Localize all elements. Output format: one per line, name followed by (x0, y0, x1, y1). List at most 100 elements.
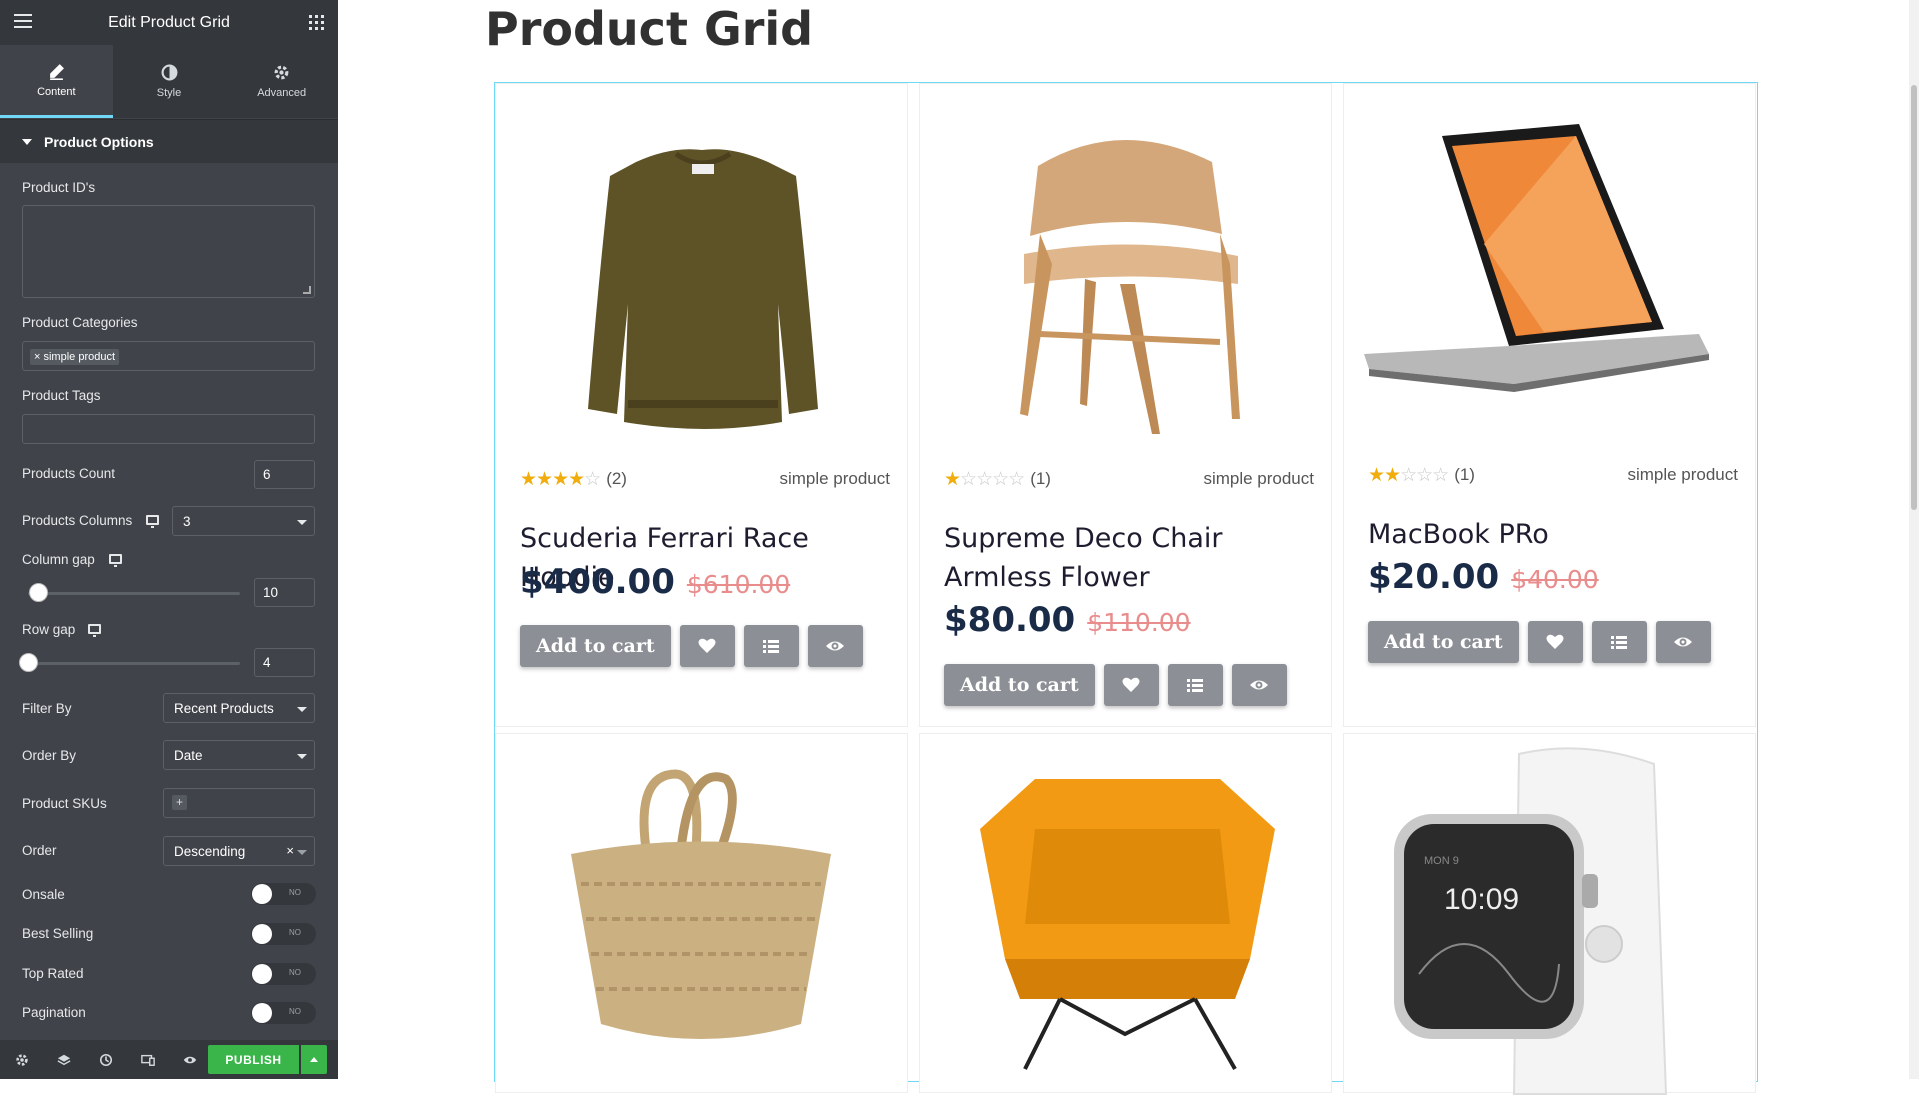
heart-icon (698, 638, 716, 653)
add-to-cart-button[interactable]: Add to cart (944, 664, 1095, 706)
product-title[interactable]: MacBook PRo (1368, 515, 1743, 554)
product-skus-select[interactable]: + (163, 788, 315, 818)
resize-grip-icon[interactable] (303, 286, 311, 294)
order-by-value: Date (174, 747, 203, 763)
section-title: Product Options (44, 133, 154, 150)
widgets-grid-icon[interactable] (309, 15, 324, 30)
eye-icon (1674, 637, 1693, 647)
product-image-straw-basket[interactable] (496, 734, 909, 1104)
tab-advanced[interactable]: Advanced (225, 45, 338, 118)
onsale-toggle[interactable]: NO (251, 883, 316, 905)
products-columns-select[interactable]: 3 (172, 506, 315, 536)
order-by-select[interactable]: Date (163, 740, 315, 770)
responsive-icon[interactable] (138, 1050, 158, 1070)
toggle-state: NO (289, 968, 301, 977)
product-title[interactable]: Supreme Deco Chair Armless Flower (944, 519, 1319, 597)
price-group: $20.00 $40.00 (1368, 557, 1599, 597)
column-gap-slider-track[interactable] (28, 592, 240, 595)
heart-icon (1122, 677, 1140, 692)
product-category[interactable]: simple product (779, 469, 890, 489)
add-to-cart-button[interactable]: Add to cart (1368, 621, 1519, 663)
tab-style-label: Style (156, 87, 182, 99)
hamburger-menu-icon[interactable] (14, 14, 32, 30)
column-gap-slider-handle[interactable] (29, 583, 48, 602)
row-gap-slider-track[interactable] (28, 662, 240, 665)
product-meta: ★★ ☆☆☆ (1) simple product (1368, 465, 1738, 485)
review-count: (1) (1030, 469, 1051, 488)
scrollbar-thumb[interactable] (1911, 85, 1917, 510)
caret-down-icon (22, 138, 32, 145)
desktop-icon[interactable] (88, 624, 101, 637)
order-select[interactable]: Descending × (163, 836, 315, 866)
dropdown-arrow-icon (297, 850, 307, 855)
product-image-orange-armchair[interactable] (920, 734, 1333, 1104)
product-category[interactable]: simple product (1627, 465, 1738, 485)
product-ids-textarea[interactable] (22, 205, 315, 298)
wishlist-button[interactable] (1527, 621, 1583, 663)
regular-price: $40.00 (1511, 565, 1599, 594)
onsale-label: Onsale (22, 887, 65, 902)
add-to-cart-button[interactable]: Add to cart (520, 625, 671, 667)
page-scrollbar[interactable] (1909, 0, 1919, 1079)
product-tags-label: Product Tags (22, 388, 101, 403)
wishlist-button[interactable] (1103, 664, 1159, 706)
tab-content[interactable]: Content (0, 45, 113, 118)
publish-button[interactable]: PUBLISH (208, 1045, 299, 1074)
product-image-sweater[interactable] (496, 84, 909, 454)
product-image-wooden-chair[interactable] (920, 84, 1333, 454)
add-sku-button[interactable]: + (172, 795, 187, 810)
product-image-smartwatch[interactable]: MON 9 10:09 (1344, 734, 1757, 1104)
quick-view-button[interactable] (1231, 664, 1287, 706)
pagination-label: Pagination (22, 1005, 86, 1020)
review-count: (2) (606, 469, 627, 488)
eye-icon (826, 641, 845, 651)
history-icon[interactable] (96, 1050, 116, 1070)
regular-price: $110.00 (1087, 608, 1191, 637)
row-gap-input[interactable]: 4 (254, 648, 315, 677)
product-categories-select[interactable]: × simple product (22, 341, 315, 371)
product-ids-label: Product ID's (22, 180, 96, 195)
best-selling-toggle[interactable]: NO (251, 923, 316, 945)
product-actions: Add to cart (520, 625, 872, 667)
dropdown-arrow-icon (297, 707, 307, 712)
settings-icon[interactable] (12, 1050, 32, 1070)
dropdown-arrow-icon (297, 754, 307, 759)
order-value: Descending (174, 843, 246, 859)
desktop-icon[interactable] (146, 515, 159, 528)
category-chip[interactable]: × simple product (30, 349, 120, 365)
list-icon (763, 640, 780, 653)
tab-advanced-label: Advanced (257, 87, 307, 99)
filter-by-select[interactable]: Recent Products (163, 693, 315, 723)
quick-view-button[interactable] (1655, 621, 1711, 663)
publish-options-button[interactable] (301, 1045, 327, 1074)
pagination-toggle[interactable]: NO (251, 1002, 316, 1024)
price-group: $80.00 $110.00 (944, 600, 1191, 640)
layers-icon[interactable] (54, 1050, 74, 1070)
column-gap-input[interactable]: 10 (254, 578, 315, 607)
sidebar-footer: PUBLISH (0, 1040, 338, 1079)
sidebar-header: Edit Product Grid (0, 0, 338, 45)
watch-time: 10:09 (1444, 883, 1519, 916)
product-tags-select[interactable] (22, 414, 315, 444)
section-product-options[interactable]: Product Options (0, 119, 338, 163)
compare-button[interactable] (743, 625, 799, 667)
regular-price: $610.00 (686, 570, 791, 599)
page-preview: Product Grid ★★★★ ☆ (2) simple product Sc… (338, 0, 1919, 1095)
compare-button[interactable] (1591, 621, 1647, 663)
wishlist-button[interactable] (679, 625, 735, 667)
editor-sidebar: Edit Product Grid Content Style Advanced… (0, 0, 338, 1079)
tab-style[interactable]: Style (113, 45, 226, 118)
product-categories-label: Product Categories (22, 315, 138, 330)
product-category[interactable]: simple product (1203, 469, 1314, 489)
eye-icon (1250, 680, 1269, 690)
product-grid-widget[interactable]: ★★★★ ☆ (2) simple product Scuderia Ferrar… (494, 82, 1758, 1095)
products-count-input[interactable]: 6 (254, 460, 315, 489)
eye-icon[interactable] (180, 1050, 200, 1070)
top-rated-toggle[interactable]: NO (251, 963, 316, 985)
clear-icon[interactable]: × (286, 843, 294, 858)
product-image-laptop[interactable] (1344, 84, 1757, 454)
quick-view-button[interactable] (807, 625, 863, 667)
desktop-icon[interactable] (109, 554, 122, 567)
row-gap-slider-handle[interactable] (19, 653, 38, 672)
compare-button[interactable] (1167, 664, 1223, 706)
